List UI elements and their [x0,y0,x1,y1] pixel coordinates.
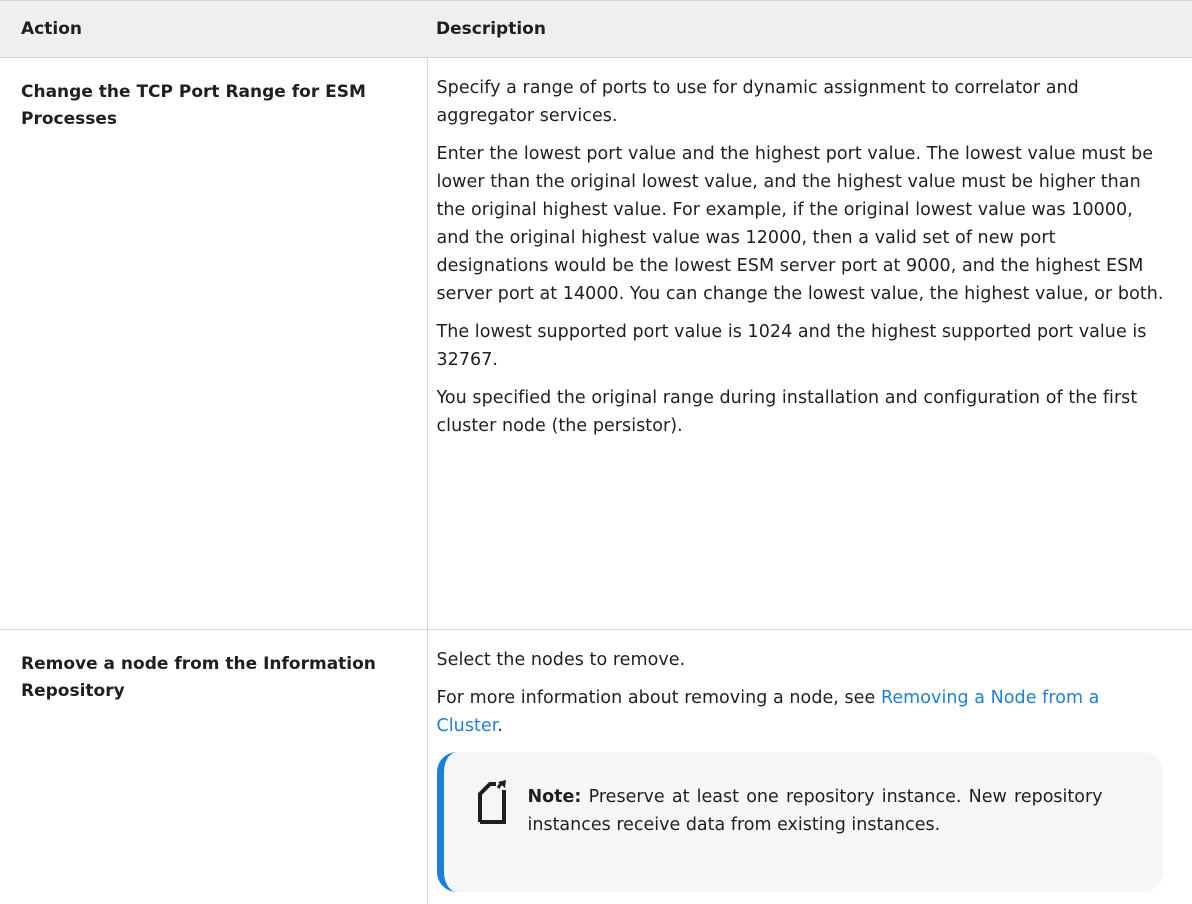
table-header-row: Action Description [0,1,1192,58]
description-cell: Select the nodes to remove. For more inf… [427,630,1192,904]
note-text: Note: Preserve at least one repository i… [528,783,1103,839]
description-cell: Specify a range of ports to use for dyna… [427,58,1192,630]
note-label: Note: [528,787,582,807]
table-row: Remove a node from the Information Repos… [0,630,1192,904]
description-paragraph: Specify a range of ports to use for dyna… [437,74,1167,130]
action-description-table: Action Description Change the TCP Port R… [0,0,1192,904]
description-paragraph: Select the nodes to remove. [437,646,1167,674]
note-icon [476,778,508,826]
more-info-prefix: For more information about removing a no… [437,688,881,708]
more-info-paragraph: For more information about removing a no… [437,684,1167,740]
note-callout: Note: Preserve at least one repository i… [437,752,1163,892]
description-paragraph: The lowest supported port value is 1024 … [437,318,1167,374]
description-paragraph: You specified the original range during … [437,384,1167,440]
table-row: Change the TCP Port Range for ESM Proces… [0,58,1192,630]
more-info-suffix: . [497,716,503,736]
action-cell: Change the TCP Port Range for ESM Proces… [0,58,427,630]
action-cell: Remove a node from the Information Repos… [0,630,427,904]
column-header-action: Action [0,1,427,58]
description-paragraph: Enter the lowest port value and the high… [437,140,1167,308]
note-body: Preserve at least one repository instanc… [528,787,1103,835]
column-header-description: Description [427,1,1192,58]
